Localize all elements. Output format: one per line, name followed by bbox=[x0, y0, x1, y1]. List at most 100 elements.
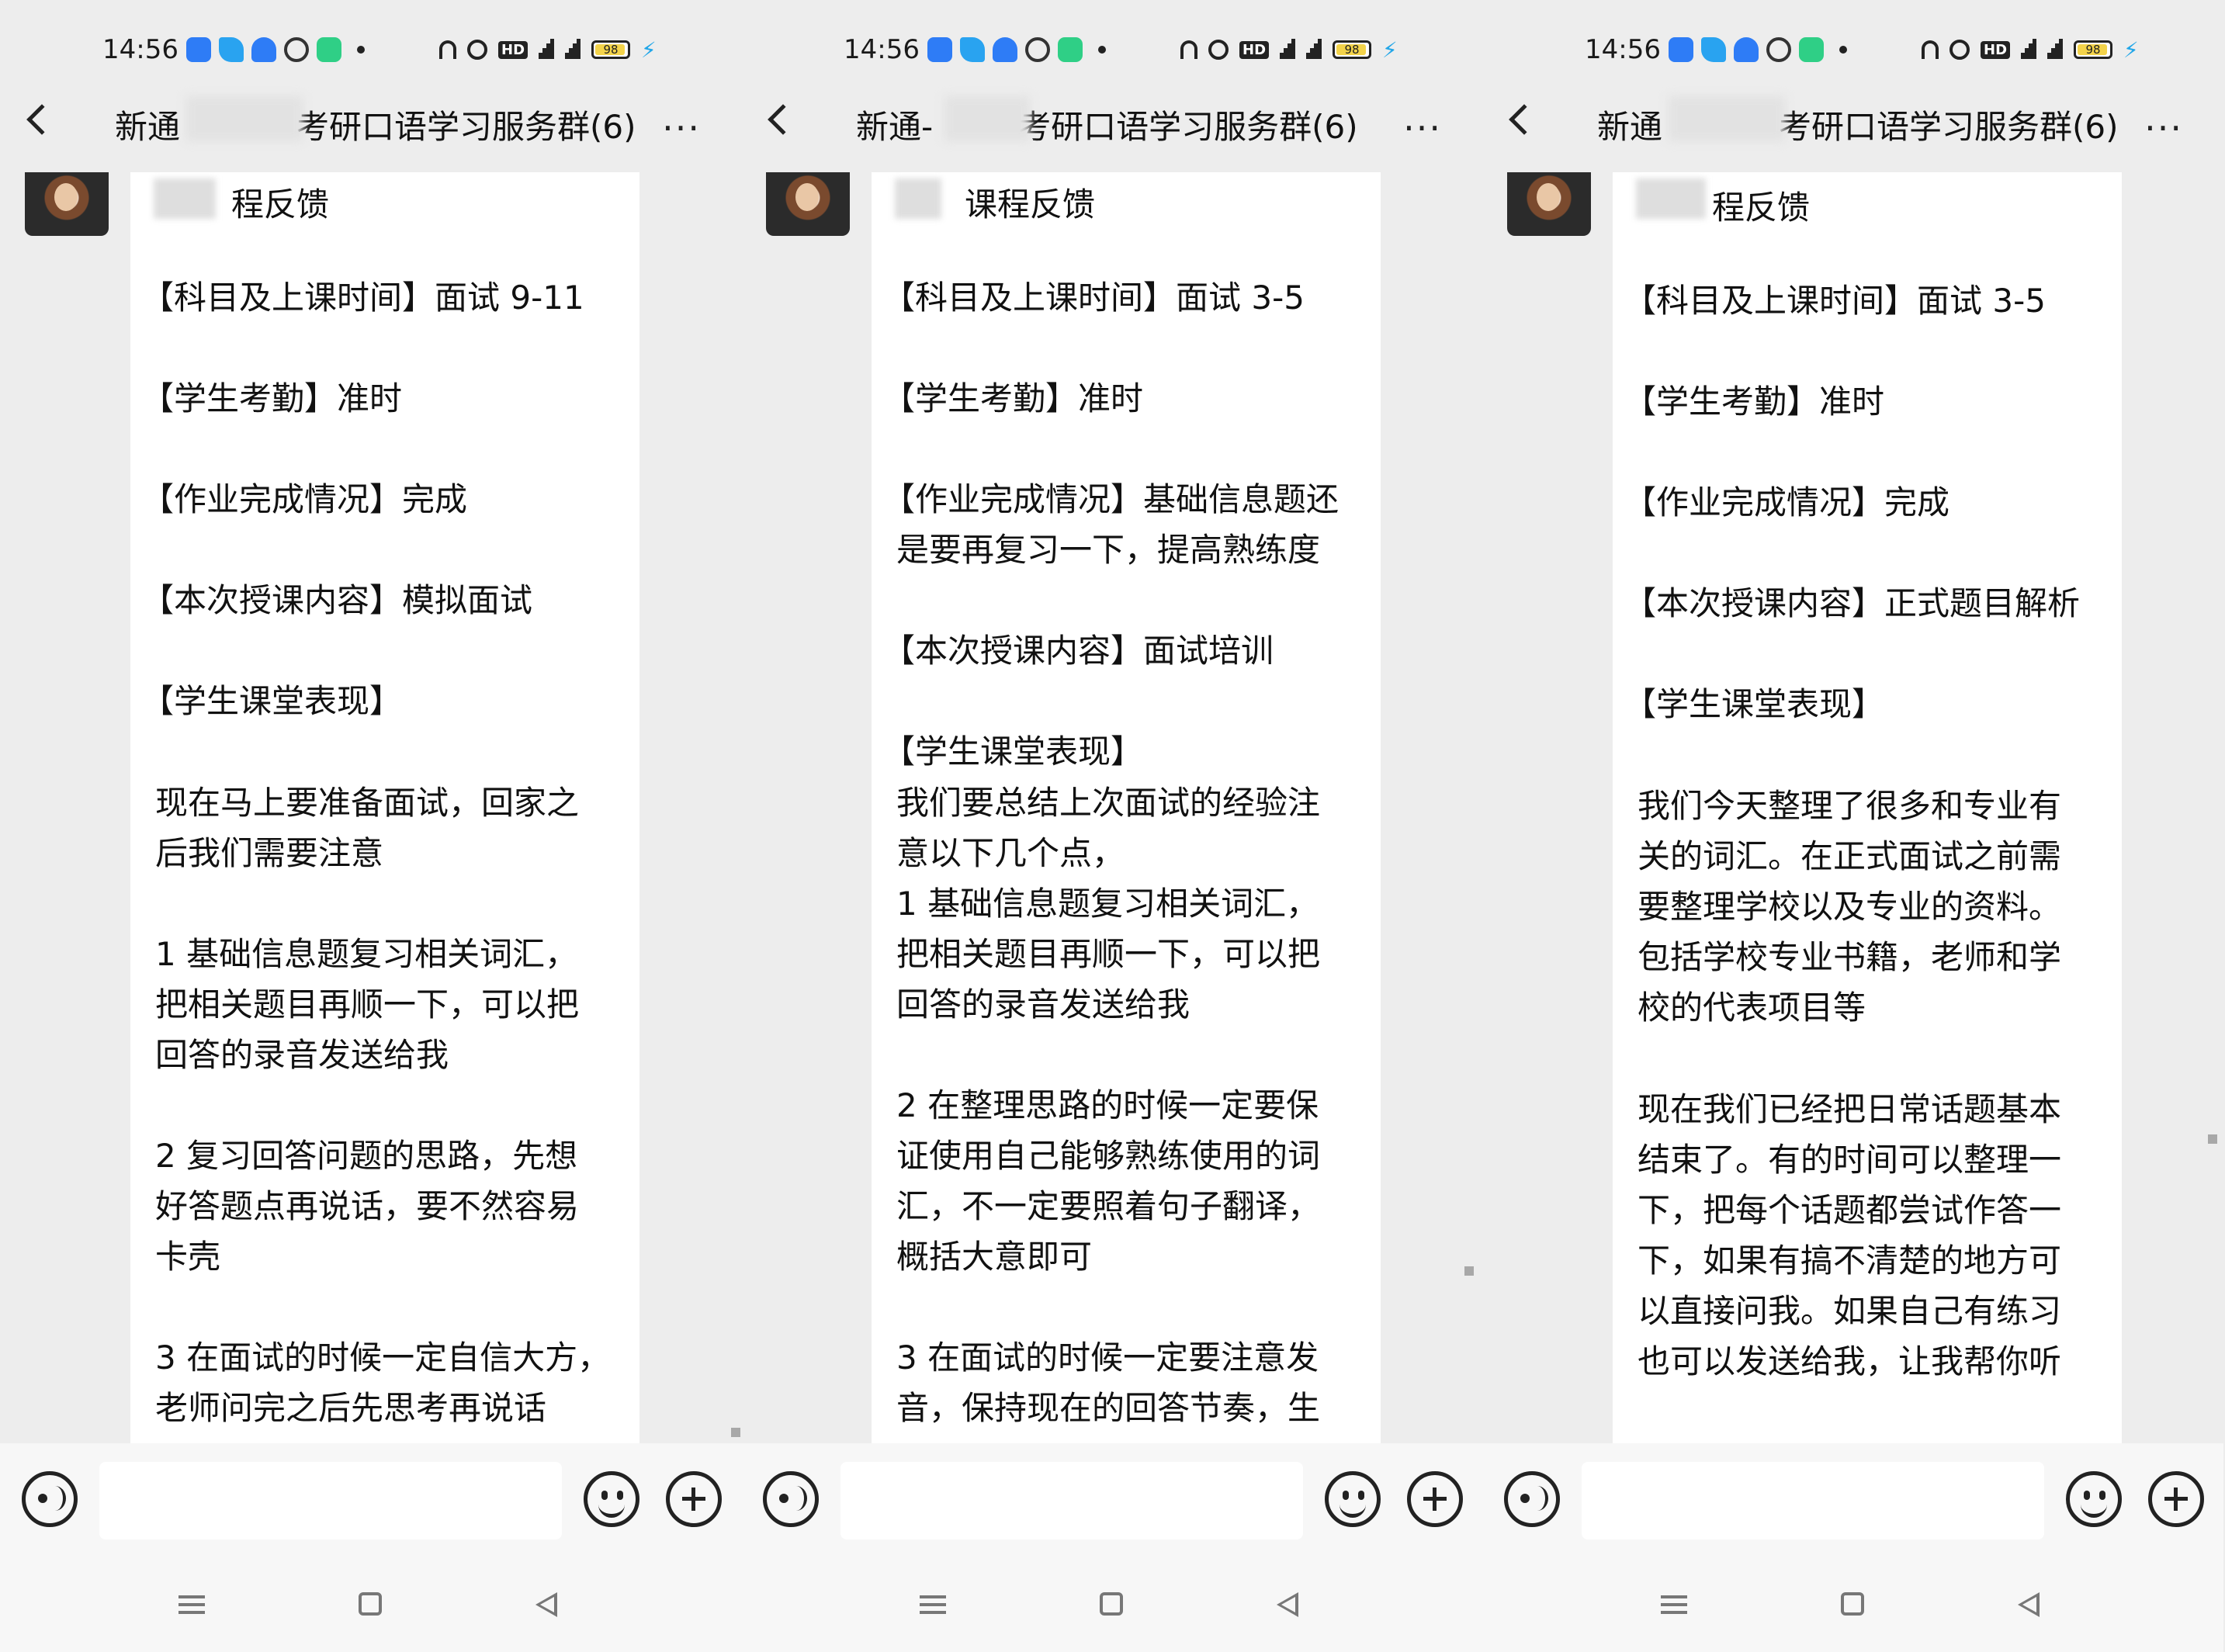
message-paragraph: 2 复习回答问题的思路，先想 好答题点再说话，要不然容易 卡壳 bbox=[155, 1137, 580, 1276]
more-actions-button[interactable] bbox=[2148, 1471, 2204, 1527]
chat-title: 新通- 考研口语学习服务群(6) bbox=[856, 108, 1358, 146]
battery-icon: 98 bbox=[2074, 40, 2113, 59]
avatar[interactable] bbox=[25, 172, 109, 236]
send-icon bbox=[1701, 37, 1726, 62]
qq-icon bbox=[993, 37, 1017, 62]
app-icon bbox=[927, 37, 952, 62]
message-paragraph: 现在我们已经把日常话题基本 结束了。有的时间可以整理一 下，把每个话题都尝试作答… bbox=[1638, 1090, 2062, 1380]
send-icon bbox=[960, 37, 985, 62]
chat-header: 新通 考研口语学习服务群(6) ··· bbox=[0, 85, 741, 163]
voice-input-button[interactable] bbox=[22, 1471, 78, 1527]
message-input[interactable] bbox=[1582, 1462, 2044, 1539]
message-paragraph: 1 基础信息题复习相关词汇， 把相关题目再顺一下，可以把 回答的录音发送给我 bbox=[155, 935, 580, 1074]
voice-input-button[interactable] bbox=[1504, 1471, 1560, 1527]
alarm-icon bbox=[467, 40, 487, 60]
scroll-indicator bbox=[2208, 1134, 2217, 1144]
status-time: 14:56 bbox=[102, 34, 178, 65]
more-actions-button[interactable] bbox=[666, 1471, 722, 1527]
message-line: 【学生课堂表现】 bbox=[1624, 685, 1885, 723]
charging-icon: ⚡ bbox=[2123, 36, 2139, 63]
input-bar bbox=[741, 1443, 1482, 1560]
message-paragraph: 我们今天整理了很多和专业有 关的词汇。在正式面试之前需 要整理学校以及专业的资料… bbox=[1638, 787, 2062, 1027]
more-options-icon[interactable]: ··· bbox=[662, 107, 701, 149]
system-navigation-bar bbox=[0, 1560, 741, 1652]
message-list[interactable]: 课程反馈 【科目及上课时间】面试 3-5 【学生考勤】准时 【作业完成情况】基础… bbox=[741, 172, 1482, 1443]
message-bubble[interactable]: 课程反馈 【科目及上课时间】面试 3-5 【学生考勤】准时 【作业完成情况】基础… bbox=[872, 172, 1381, 1443]
back-icon[interactable] bbox=[1509, 104, 1540, 135]
avatar[interactable] bbox=[1507, 172, 1591, 236]
qq-icon bbox=[251, 37, 276, 62]
back-icon[interactable] bbox=[26, 104, 57, 135]
screenshot-collage: 14:56 HD 98 ⚡ 新通 考研口语学习服务群(6) ··· 程反馈 【科… bbox=[0, 0, 2225, 1652]
signal-4g-icon bbox=[2047, 39, 2064, 61]
avatar[interactable] bbox=[766, 172, 850, 236]
more-options-icon[interactable]: ··· bbox=[1403, 107, 1442, 149]
alarm-icon bbox=[1208, 40, 1229, 60]
message-line: 【作业完成情况】完成 bbox=[1624, 483, 1950, 521]
more-options-icon[interactable]: ··· bbox=[2144, 107, 2183, 149]
back-icon[interactable] bbox=[768, 104, 799, 135]
message-line: 【学生考勤】准时 bbox=[141, 379, 403, 417]
redacted-name bbox=[1669, 96, 1785, 141]
home-icon[interactable] bbox=[1100, 1592, 1123, 1616]
home-icon[interactable] bbox=[1841, 1592, 1864, 1616]
more-actions-button[interactable] bbox=[1407, 1471, 1463, 1527]
status-time: 14:56 bbox=[1585, 34, 1661, 65]
signal-5g-icon bbox=[1280, 39, 1296, 61]
battery-icon: 98 bbox=[591, 40, 631, 59]
message-input[interactable] bbox=[99, 1462, 562, 1539]
message-list[interactable]: 程反馈 【科目及上课时间】面试 3-5 【学生考勤】准时 【作业完成情况】完成 … bbox=[1482, 172, 2223, 1443]
scroll-indicator bbox=[731, 1428, 740, 1437]
message-line: 【作业完成情况】完成 bbox=[141, 480, 468, 518]
message-bubble[interactable]: 程反馈 【科目及上课时间】面试 3-5 【学生考勤】准时 【作业完成情况】完成 … bbox=[1613, 172, 2122, 1443]
message-line: 【本次授课内容】模拟面试 bbox=[141, 581, 533, 619]
charging-icon: ⚡ bbox=[641, 36, 657, 63]
message-list[interactable]: 程反馈 【科目及上课时间】面试 9-11 【学生考勤】准时 【作业完成情况】完成… bbox=[0, 172, 741, 1443]
chat-header: 新通- 考研口语学习服务群(6) ··· bbox=[741, 85, 1482, 163]
message-line: 【本次授课内容】面试培训 bbox=[882, 632, 1274, 670]
redacted-name bbox=[944, 96, 1030, 141]
notification-icons bbox=[927, 37, 1106, 62]
emoji-button[interactable] bbox=[584, 1471, 639, 1527]
more-notifications-icon bbox=[1839, 46, 1847, 54]
message-paragraph: 2 在整理思路的时候一定要保 证使用自己能够熟练使用的词 汇，不一定要照着句子翻… bbox=[896, 1086, 1321, 1276]
phone-panel-2: 14:56 HD 98 ⚡ 新通- 考研口语学习服务群(6) ··· 课程反馈 … bbox=[741, 0, 1482, 1652]
status-bar: 14:56 HD 98 ⚡ bbox=[741, 29, 1482, 70]
battery-icon: 98 bbox=[1333, 40, 1372, 59]
message-input[interactable] bbox=[840, 1462, 1303, 1539]
system-navigation-bar bbox=[1482, 1560, 2223, 1652]
emoji-button[interactable] bbox=[2066, 1471, 2122, 1527]
app-icon bbox=[186, 37, 211, 62]
recent-apps-icon[interactable] bbox=[178, 1595, 205, 1614]
status-time: 14:56 bbox=[844, 34, 920, 65]
system-back-icon[interactable] bbox=[1277, 1592, 1298, 1617]
message-line: 【科目及上课时间】面试 3-5 bbox=[1624, 282, 2046, 320]
signal-5g-icon bbox=[2021, 39, 2037, 61]
voice-input-button[interactable] bbox=[763, 1471, 819, 1527]
system-icons: HD 98 ⚡ bbox=[1922, 37, 2139, 63]
input-bar bbox=[0, 1443, 741, 1560]
chat-icon bbox=[1058, 37, 1083, 62]
phone-panel-3: 14:56 HD 98 ⚡ 新通 考研口语学习服务群(6) ··· 程反馈 【科… bbox=[1482, 0, 2223, 1652]
qq-icon bbox=[1734, 37, 1759, 62]
recent-apps-icon[interactable] bbox=[1661, 1595, 1687, 1614]
system-navigation-bar bbox=[741, 1560, 1482, 1652]
message-bubble[interactable]: 程反馈 【科目及上课时间】面试 9-11 【学生考勤】准时 【作业完成情况】完成… bbox=[130, 172, 639, 1443]
system-back-icon[interactable] bbox=[2018, 1592, 2040, 1617]
hd-icon: HD bbox=[498, 40, 529, 59]
more-notifications-icon bbox=[1098, 46, 1106, 54]
alarm-icon bbox=[1949, 40, 1970, 60]
redacted-text bbox=[154, 178, 216, 219]
home-icon[interactable] bbox=[359, 1592, 382, 1616]
system-back-icon[interactable] bbox=[535, 1592, 557, 1617]
emoji-button[interactable] bbox=[1325, 1471, 1381, 1527]
redacted-text bbox=[895, 178, 941, 219]
message-line: 【学生考勤】准时 bbox=[882, 379, 1144, 417]
headphone-icon bbox=[439, 40, 456, 59]
input-bar bbox=[1482, 1443, 2223, 1560]
recent-apps-icon[interactable] bbox=[920, 1595, 946, 1614]
message-line: 【科目及上课时间】面试 3-5 bbox=[882, 279, 1305, 317]
message-header: 程反馈 bbox=[231, 185, 330, 223]
search-icon bbox=[1025, 37, 1050, 62]
system-icons: HD 98 ⚡ bbox=[1180, 37, 1398, 63]
